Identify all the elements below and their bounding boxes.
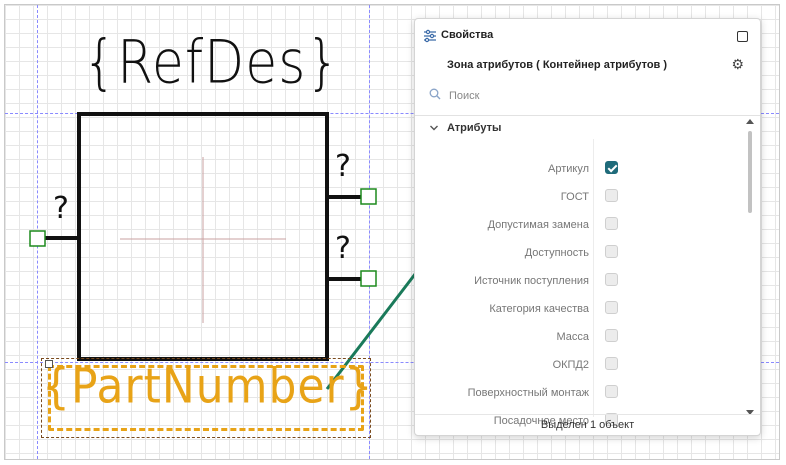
attribute-label: Доступность xyxy=(524,247,589,259)
attribute-checkbox[interactable] xyxy=(605,161,618,174)
panel-header: Свойства xyxy=(415,19,760,51)
status-text: Выделен 1 объект xyxy=(540,419,635,431)
search-icon xyxy=(429,88,441,100)
attribute-label: ГОСТ xyxy=(560,191,589,203)
attribute-row: Источник поступления xyxy=(415,268,745,296)
attribute-row: Масса xyxy=(415,324,745,352)
search-box xyxy=(425,83,750,109)
attribute-checkbox[interactable] xyxy=(605,385,618,398)
scroll-up-arrow[interactable] xyxy=(746,119,754,124)
attribute-row: ГОСТ xyxy=(415,184,745,212)
pin-label-left: ? xyxy=(53,191,69,226)
attribute-row: Артикул xyxy=(415,156,745,184)
pin-marker-left xyxy=(29,230,46,247)
attribute-row: Допустимая замена xyxy=(415,212,745,240)
selected-object-name: Зона атрибутов ( Контейнер атрибутов ) xyxy=(447,59,668,71)
chevron-down-icon xyxy=(430,125,438,131)
properties-panel: Свойства Зона атрибутов ( Контейнер атри… xyxy=(414,18,761,436)
attribute-label: Масса xyxy=(556,331,589,343)
attribute-label: ОКПД2 xyxy=(552,359,589,371)
attribute-checkbox[interactable] xyxy=(605,245,618,258)
attribute-label: Источник поступления xyxy=(474,275,589,287)
attribute-label: Категория качества xyxy=(489,303,589,315)
status-bar: Выделен 1 объект xyxy=(415,414,760,435)
attribute-row: ОКПД2 xyxy=(415,352,745,380)
scroll-thumb[interactable] xyxy=(748,131,752,213)
panel-title: Свойства xyxy=(441,29,494,41)
partnumber-label: {PartNumber} xyxy=(42,358,374,415)
attribute-checkbox[interactable] xyxy=(605,329,618,342)
attribute-label: Поверхностный монтаж xyxy=(467,387,589,399)
pin-marker-right-2 xyxy=(360,270,377,287)
refdes-label[interactable]: {RefDes} xyxy=(83,29,339,98)
attribute-checkbox[interactable] xyxy=(605,189,618,202)
pin-marker-right-1 xyxy=(360,188,377,205)
attribute-row: Категория качества xyxy=(415,296,745,324)
attribute-label: Артикул xyxy=(547,163,589,175)
pin-label-right-1: ? xyxy=(335,149,351,184)
selection-handle[interactable] xyxy=(45,360,53,368)
attribute-checkbox[interactable] xyxy=(605,357,618,370)
section-divider xyxy=(415,115,760,116)
section-title: Атрибуты xyxy=(447,122,502,134)
scrollbar[interactable] xyxy=(746,119,754,415)
attribute-checkbox[interactable] xyxy=(605,301,618,314)
attribute-checkbox[interactable] xyxy=(605,273,618,286)
attribute-row: Доступность xyxy=(415,240,745,268)
attribute-row: Поверхностный монтаж xyxy=(415,380,745,408)
maximize-icon[interactable] xyxy=(737,31,748,42)
attribute-checkbox[interactable] xyxy=(605,217,618,230)
gear-icon[interactable]: ⚙ xyxy=(731,57,744,71)
attribute-zone-selection[interactable]: {PartNumber} xyxy=(41,358,374,438)
sliders-icon xyxy=(424,29,436,43)
pin-label-right-2: ? xyxy=(335,231,351,266)
attribute-label: Допустимая замена xyxy=(487,219,589,231)
search-input[interactable] xyxy=(447,85,731,107)
